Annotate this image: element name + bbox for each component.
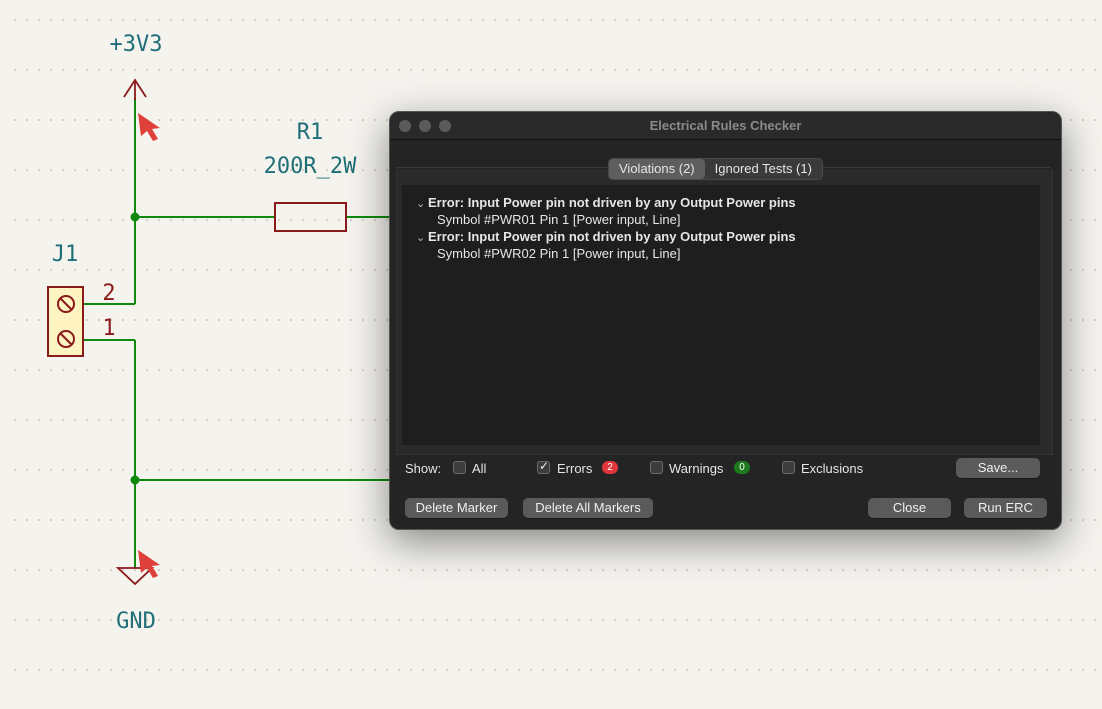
warnings-count-badge: 0	[734, 461, 750, 474]
list-item[interactable]: Symbol #PWR02 Pin 1 [Power input, Line]	[437, 246, 681, 261]
violation-detail: Symbol #PWR02 Pin 1 [Power input, Line]	[437, 246, 681, 261]
chevron-down-icon[interactable]: ⌄	[416, 231, 428, 244]
tab-bar: Violations (2) Ignored Tests (1)	[608, 158, 823, 180]
exclusions-checkbox[interactable]	[782, 461, 795, 474]
violations-list[interactable]: ⌄ Error: Input Power pin not driven by an…	[402, 185, 1040, 445]
violation-detail: Symbol #PWR01 Pin 1 [Power input, Line]	[437, 212, 681, 227]
delete-all-markers-button[interactable]: Delete All Markers	[523, 498, 653, 518]
all-checkbox[interactable]	[453, 461, 466, 474]
tab-violations[interactable]: Violations (2)	[609, 159, 705, 179]
close-button[interactable]: Close	[868, 498, 951, 518]
power-label-3v3: +3V3	[110, 32, 163, 57]
connector-j1[interactable]	[47, 286, 84, 357]
warnings-checkbox[interactable]	[650, 461, 663, 474]
errors-label[interactable]: Errors	[557, 461, 592, 476]
title-bar[interactable]: Electrical Rules Checker	[390, 112, 1061, 140]
violation-title: Error: Input Power pin not driven by any…	[428, 229, 796, 244]
erc-marker[interactable]	[138, 550, 160, 578]
run-erc-button[interactable]: Run ERC	[964, 498, 1047, 518]
errors-count-badge: 2	[602, 461, 618, 474]
checkmark-icon: ✓	[539, 459, 550, 473]
save-button[interactable]: Save...	[956, 458, 1040, 478]
all-label[interactable]: All	[472, 461, 486, 476]
warnings-label[interactable]: Warnings	[669, 461, 723, 476]
erc-dialog: Electrical Rules Checker Violations (2) …	[389, 111, 1062, 530]
violation-title: Error: Input Power pin not driven by any…	[428, 195, 796, 210]
dialog-title: Electrical Rules Checker	[649, 118, 802, 133]
exclusions-label[interactable]: Exclusions	[801, 461, 863, 476]
list-item[interactable]: Symbol #PWR01 Pin 1 [Power input, Line]	[437, 212, 681, 227]
errors-checkbox[interactable]: ✓	[537, 459, 550, 474]
erc-marker[interactable]	[138, 113, 160, 141]
resistor-body[interactable]	[274, 202, 347, 232]
resistor-ref: R1	[297, 120, 324, 145]
tab-ignored-tests[interactable]: Ignored Tests (1)	[705, 159, 822, 179]
show-label: Show:	[405, 461, 442, 476]
delete-marker-button[interactable]: Delete Marker	[405, 498, 508, 518]
pin2-label: 2	[102, 281, 115, 306]
junction-dot	[130, 475, 140, 485]
show-filter-bar: Show: All ✓ Errors 2 Warnings 0 Exclusio…	[390, 457, 1061, 479]
junction-dot	[130, 212, 140, 222]
chevron-down-icon[interactable]: ⌄	[416, 197, 428, 210]
power-symbol-3v3[interactable]	[123, 78, 147, 100]
pin1-label: 1	[102, 316, 115, 341]
list-item[interactable]: ⌄ Error: Input Power pin not driven by an…	[416, 195, 796, 210]
list-item[interactable]: ⌄ Error: Input Power pin not driven by an…	[416, 229, 796, 244]
resistor-value: 200R_2W	[264, 154, 357, 179]
connector-ref: J1	[52, 242, 79, 267]
power-label-gnd: GND	[116, 609, 156, 634]
